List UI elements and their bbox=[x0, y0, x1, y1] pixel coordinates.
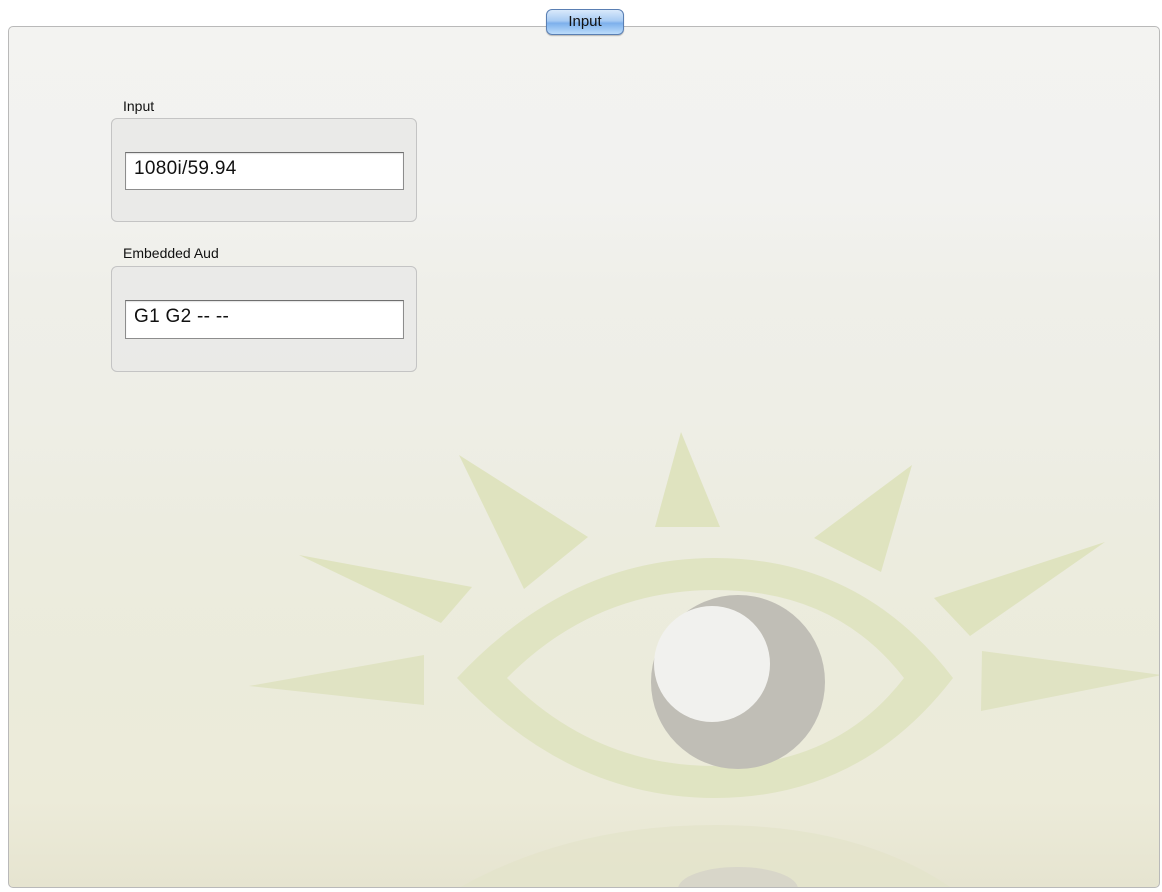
embedded-audio-group-label: Embedded Aud bbox=[123, 245, 219, 261]
watermark-ray bbox=[249, 655, 424, 705]
input-group-box: 1080i/59.94 bbox=[111, 118, 417, 222]
embedded-audio-group-box: G1 G2 -- -- bbox=[111, 266, 417, 372]
watermark-ray bbox=[814, 465, 912, 572]
watermark-ray bbox=[655, 432, 720, 527]
watermark-ray bbox=[459, 455, 588, 589]
watermark-ray bbox=[934, 542, 1105, 636]
input-group-label: Input bbox=[123, 98, 155, 114]
app-window: Input Input 1080i/59.94 Embedded Aud G1 … bbox=[0, 0, 1162, 892]
embedded-audio-field[interactable]: G1 G2 -- -- bbox=[125, 300, 404, 339]
watermark-pupil-highlight bbox=[654, 606, 770, 722]
watermark-ray bbox=[981, 651, 1159, 711]
input-format-field[interactable]: 1080i/59.94 bbox=[125, 152, 404, 190]
input-panel: Input 1080i/59.94 Embedded Aud G1 G2 -- … bbox=[8, 26, 1160, 888]
tab-input[interactable]: Input bbox=[546, 9, 624, 35]
watermark-ray bbox=[299, 555, 472, 623]
